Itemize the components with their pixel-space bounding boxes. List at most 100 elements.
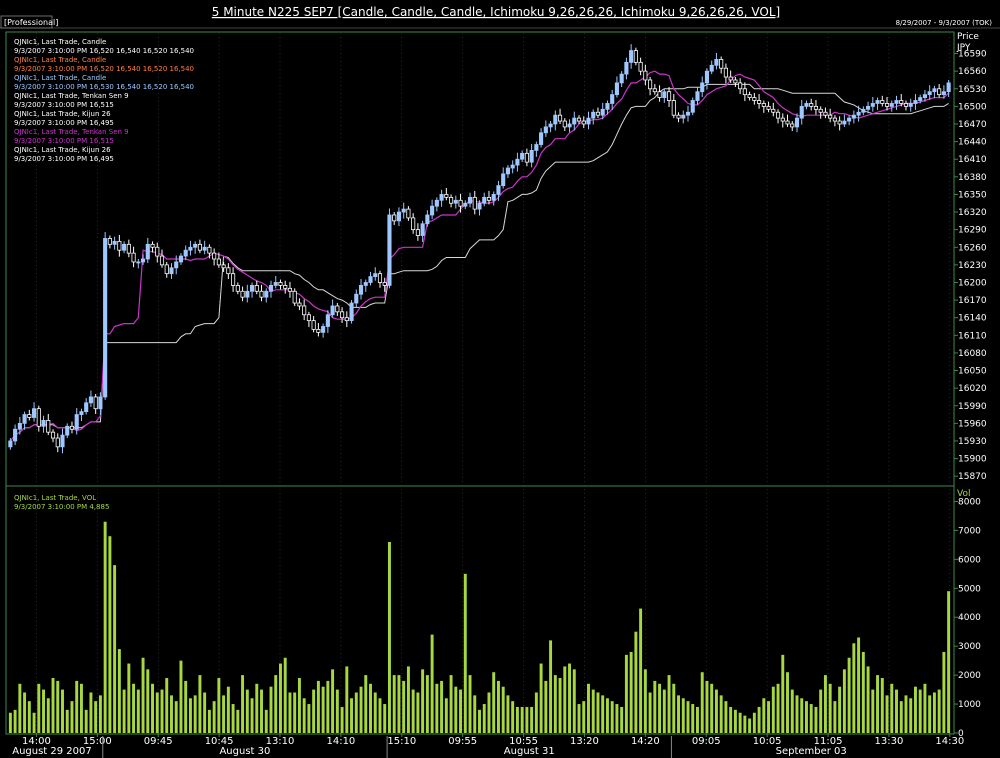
- volume-bar: [32, 712, 36, 733]
- volume-bar: [179, 660, 183, 733]
- price-tick-label: 16320: [958, 208, 987, 218]
- volume-bar: [350, 698, 354, 733]
- volume-bar: [880, 678, 884, 733]
- volume-bar: [27, 701, 31, 733]
- volume-bar: [387, 541, 391, 733]
- volume-bar: [454, 686, 458, 733]
- candle-body: [562, 120, 567, 128]
- volume-bar: [264, 709, 268, 733]
- volume-bar: [335, 689, 339, 733]
- candle-body: [510, 164, 515, 169]
- candle-body: [287, 287, 293, 292]
- volume-bar: [482, 704, 486, 733]
- candle-body: [581, 120, 586, 125]
- candle-body: [591, 111, 596, 119]
- volume-bar: [174, 701, 178, 733]
- volume-bar: [46, 698, 50, 733]
- candle-body: [662, 91, 667, 98]
- candle-body: [714, 59, 719, 66]
- candle-body: [614, 82, 619, 96]
- volume-bar: [61, 689, 64, 733]
- candle-body: [107, 238, 112, 245]
- volume-bar: [37, 683, 41, 733]
- volume-bar: [75, 680, 79, 733]
- candle-body: [8, 440, 13, 448]
- volume-bar: [568, 663, 572, 733]
- volume-bar: [852, 643, 856, 733]
- candle-body: [927, 91, 932, 96]
- candle-body: [719, 59, 724, 69]
- volume-bar: [795, 695, 799, 733]
- volume-bar: [411, 689, 415, 733]
- volume-bar: [89, 692, 93, 733]
- candle-body: [539, 132, 544, 145]
- time-tick-label: 13:30: [875, 736, 904, 747]
- time-tick-label: 09:55: [448, 736, 477, 747]
- candle-body: [79, 411, 84, 415]
- candle-body: [899, 100, 904, 104]
- volume-bar: [288, 692, 292, 733]
- candle-body: [449, 196, 454, 204]
- volume-bar: [79, 683, 83, 733]
- volume-bar: [918, 689, 922, 733]
- time-tick-label: 14:30: [935, 736, 964, 747]
- candle-body: [396, 211, 402, 222]
- candle-body: [576, 117, 582, 122]
- candle-body: [761, 103, 766, 107]
- candle-body: [36, 408, 41, 427]
- legend-line: 9/3/2007 3:10:00 PM 16,515: [14, 137, 114, 145]
- candle-body: [169, 267, 174, 275]
- candle-body: [543, 126, 548, 134]
- volume-bar: [283, 657, 287, 733]
- volume-bar: [857, 637, 861, 733]
- price-tick-label: 16560: [958, 67, 987, 77]
- volume-bar: [899, 701, 903, 733]
- volume-bar: [245, 689, 249, 733]
- volume-axis[interactable]: 010002000300040005000600070008000: [954, 497, 981, 739]
- price-tick-label: 16530: [958, 85, 987, 95]
- candle-body: [619, 73, 624, 84]
- candle-body: [22, 414, 27, 424]
- volume-bar: [686, 701, 690, 733]
- candle-body: [747, 94, 752, 98]
- candle-body: [610, 94, 615, 104]
- volume-bar: [624, 654, 628, 733]
- legend-line: QJNIc1, Last Trade, Kijun 26: [14, 110, 111, 118]
- volume-bar: [297, 678, 301, 733]
- candle-body: [780, 117, 785, 122]
- chart-title: 5 Minute N225 SEP7 [Candle, Candle, Cand…: [212, 5, 780, 19]
- volume-bar: [838, 686, 842, 733]
- candle-body: [946, 82, 951, 93]
- volume-bar: [587, 683, 590, 733]
- candle-body: [467, 196, 473, 204]
- volume-bar: [876, 675, 880, 733]
- volume-bar: [188, 698, 192, 733]
- candle-body: [17, 422, 22, 430]
- candle-body: [643, 70, 648, 81]
- volume-bar: [828, 683, 832, 733]
- volume-bar: [316, 680, 320, 733]
- volume-bar: [696, 706, 699, 733]
- volume-bar: [947, 591, 951, 733]
- candle-body: [344, 317, 349, 322]
- candle-body: [913, 100, 918, 104]
- candle-body: [27, 414, 32, 418]
- price-tick-label: 16080: [958, 349, 987, 359]
- candle-body: [430, 205, 435, 216]
- day-label: September 03: [776, 746, 847, 757]
- volume-bar: [743, 715, 747, 733]
- candle-body: [695, 91, 700, 101]
- candle-body: [88, 396, 93, 404]
- price-tick-label: 16290: [958, 226, 987, 236]
- professional-badge[interactable]: [Professional]: [4, 18, 58, 27]
- volume-bar: [155, 692, 159, 733]
- candle-body: [439, 194, 444, 201]
- time-tick-label: 15:10: [387, 736, 416, 747]
- candle-body: [415, 229, 420, 236]
- candle-body: [757, 100, 762, 104]
- candle-body: [676, 114, 681, 119]
- volume-bar: [733, 709, 737, 733]
- volume-bar: [51, 678, 55, 733]
- candle-body: [832, 117, 837, 122]
- candle-body: [894, 100, 899, 104]
